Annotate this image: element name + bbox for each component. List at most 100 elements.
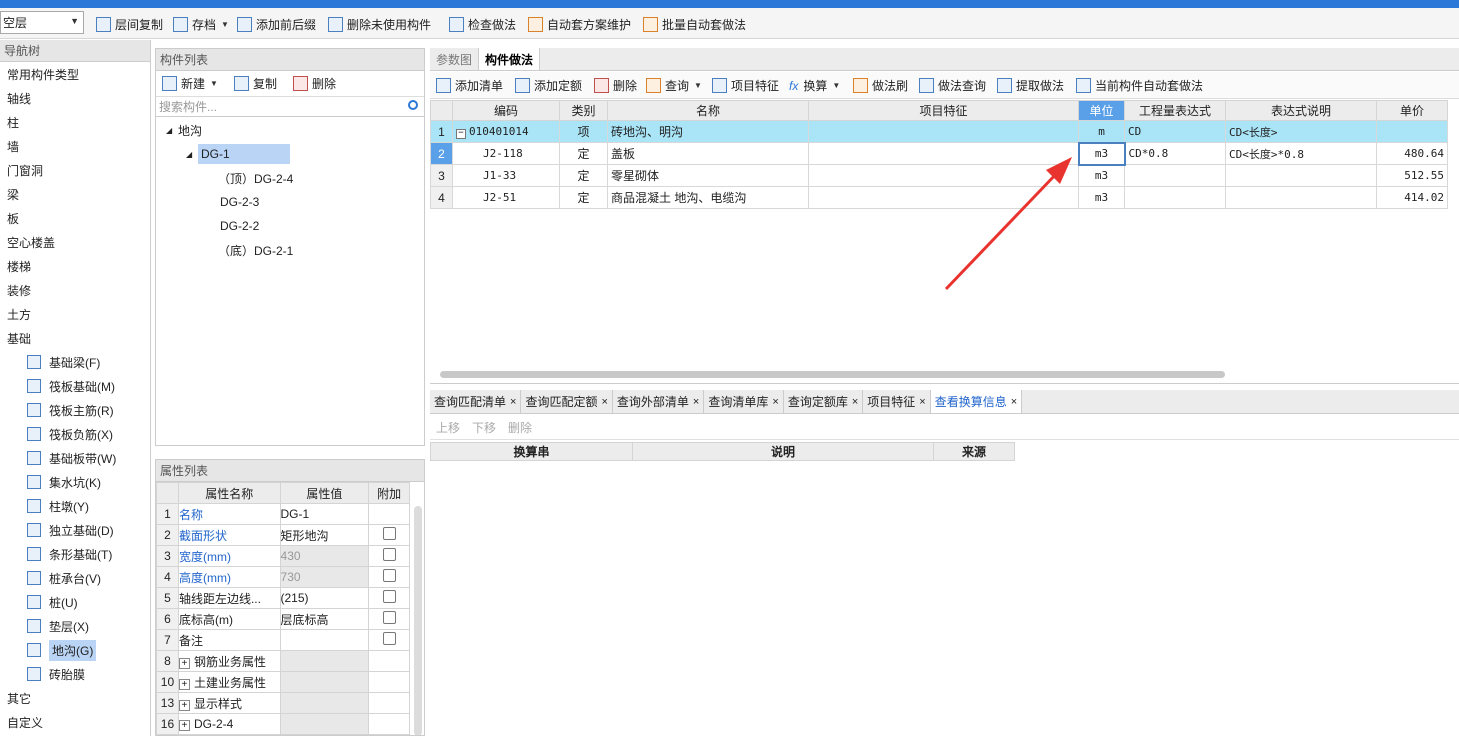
cell-price[interactable]: 480.64 [1376,142,1448,165]
delete-component-button[interactable]: 删除 [292,75,336,92]
close-icon[interactable]: × [693,396,699,408]
nav-item[interactable]: 轴线 [0,86,150,110]
item-feature-button[interactable]: 项目特征 [712,77,779,94]
copy-between-floors-button[interactable]: 层间复制 [96,14,163,34]
cell-desc[interactable]: CD<长度> [1225,120,1377,143]
cell-name[interactable]: 盖板 [607,142,809,165]
nav-subitem[interactable]: 筏板负筋(X) [0,422,150,446]
cell-feature[interactable] [808,120,1079,143]
cell-name[interactable]: 零星砌体 [607,164,809,187]
table-row[interactable]: 4 J2-51 定 商品混凝土 地沟、电缆沟 m3 414.02 [430,186,1448,209]
nav-item[interactable]: 墙 [0,134,150,158]
nav-subitem[interactable]: 基础板带(W) [0,446,150,470]
cell-code[interactable]: J1-33 [452,164,560,187]
tree-node-trench[interactable]: ◢ 地沟 [156,118,424,142]
nav-item[interactable]: 门窗洞 [0,158,150,182]
prop-group-row[interactable]: 16 + DG-2-4 [156,713,410,735]
nav-subitem[interactable]: 集水坑(K) [0,470,150,494]
cell-desc[interactable] [1225,164,1377,187]
prop-group-row[interactable]: 8 + 钢筋业务属性 [156,650,410,672]
cell-feature[interactable] [808,164,1079,187]
cell-code[interactable]: J2-118 [452,142,560,165]
nav-subitem[interactable]: 筏板基础(M) [0,374,150,398]
cell-expr[interactable] [1124,186,1226,209]
cell-unit[interactable]: m3 [1078,186,1125,209]
cell-unit[interactable]: m [1078,120,1125,143]
cell-unit[interactable]: m3 [1078,164,1125,187]
auto-scheme-button[interactable]: 自动套方案维护 [528,14,631,34]
method-query-button[interactable]: 做法查询 [919,77,986,94]
header-unit[interactable]: 单位 [1078,100,1125,121]
cell-price[interactable]: 414.02 [1376,186,1448,209]
nav-subitem[interactable]: 砖胎膜 [0,662,150,686]
copy-component-button[interactable]: 复制 [233,75,277,92]
prop-value[interactable] [279,629,370,651]
table-row[interactable]: 1 −010401014 项 砖地沟、明沟 m CD CD<长度> [430,120,1448,143]
extract-method-button[interactable]: 提取做法 [997,77,1064,94]
cell-unit[interactable]: m3 [1077,141,1126,166]
prop-value[interactable]: (215) [279,587,370,609]
attach-checkbox[interactable] [382,590,396,603]
nav-subitem[interactable]: 桩(U) [0,590,150,614]
method-brush-button[interactable]: 做法刷 [853,77,908,94]
move-down-button[interactable]: 下移 [472,419,496,436]
prop-group-row[interactable]: 10 + 土建业务属性 [156,671,410,693]
attach-checkbox[interactable] [382,548,396,561]
prop-value[interactable]: DG-1 [279,503,370,525]
attach-checkbox[interactable] [382,527,396,540]
prop-value[interactable]: 430 [279,545,370,567]
cell-type[interactable]: 定 [559,186,608,209]
nav-subitem[interactable]: 筏板主筋(R) [0,398,150,422]
cell-expr[interactable]: CD [1124,120,1226,143]
cell-name[interactable]: 商品混凝土 地沟、电缆沟 [607,186,809,209]
property-scrollbar[interactable] [414,506,422,735]
delete-unused-button[interactable]: 删除未使用构件 [328,14,431,34]
tab-item-feature[interactable]: 项目特征 × [863,390,931,413]
nav-subitem[interactable]: 基础梁(F) [0,350,150,374]
tab-match-bill[interactable]: 查询匹配清单 × [430,390,522,413]
prop-row[interactable]: 5 轴线距左边线... (215) [156,587,410,609]
nav-subitem[interactable]: 条形基础(T) [0,542,150,566]
nav-item[interactable]: 自定义 [0,710,150,734]
header-description[interactable]: 说明 [632,442,934,461]
add-prefix-suffix-button[interactable]: 添加前后缀 [237,14,316,34]
tab-conversion-info[interactable]: 查看换算信息 × [930,390,1023,413]
nav-item[interactable]: 其它 [0,686,150,710]
prop-row[interactable]: 4 高度(mm) 730 [156,566,410,588]
cell-type[interactable]: 定 [559,142,608,165]
cell-price[interactable]: 512.55 [1376,164,1448,187]
search-icon[interactable] [408,100,418,110]
prop-row[interactable]: 7 备注 [156,629,410,651]
nav-subitem[interactable]: 垫层(X) [0,614,150,638]
cell-type[interactable]: 定 [559,164,608,187]
cell-desc[interactable] [1225,186,1377,209]
cell-type[interactable]: 项 [559,120,608,143]
nav-item[interactable]: 空心楼盖 [0,230,150,254]
prop-row[interactable]: 2 截面形状 矩形地沟 [156,524,410,546]
nav-subitem[interactable]: 桩承台(V) [0,566,150,590]
cell-code[interactable]: J2-51 [452,186,560,209]
cell-expr[interactable]: CD*0.8 [1124,142,1226,165]
header-conversion-string[interactable]: 换算串 [430,442,633,461]
tab-component-method[interactable]: 构件做法 [479,48,541,70]
cell-price[interactable] [1376,120,1448,143]
nav-subitem[interactable]: 独立基础(D) [0,518,150,542]
tab-quota-library[interactable]: 查询定额库 × [784,390,864,413]
cell-desc[interactable]: CD<长度>*0.8 [1225,142,1377,165]
tree-node[interactable]: （顶）DG-2-4 [156,166,424,190]
tab-parameter-diagram[interactable]: 参数图 [430,48,480,70]
attach-checkbox[interactable] [382,611,396,624]
nav-subitem[interactable]: 柱墩(Y) [0,494,150,518]
header-code[interactable]: 编码 [452,100,560,121]
collapse-triangle-icon[interactable]: ◢ [186,150,198,159]
collapse-minus-icon[interactable]: − [456,128,466,139]
nav-item[interactable]: 常用构件类型 [0,62,150,86]
delete-method-button[interactable]: 删除 [594,77,637,94]
close-icon[interactable]: × [601,396,607,408]
prop-value[interactable]: 730 [279,566,370,588]
tree-node[interactable]: DG-2-2 [156,214,424,238]
archive-button[interactable]: 存档 ▼ [173,14,229,34]
close-icon[interactable]: × [510,396,516,408]
close-icon[interactable]: × [919,396,925,408]
prop-row[interactable]: 3 宽度(mm) 430 [156,545,410,567]
